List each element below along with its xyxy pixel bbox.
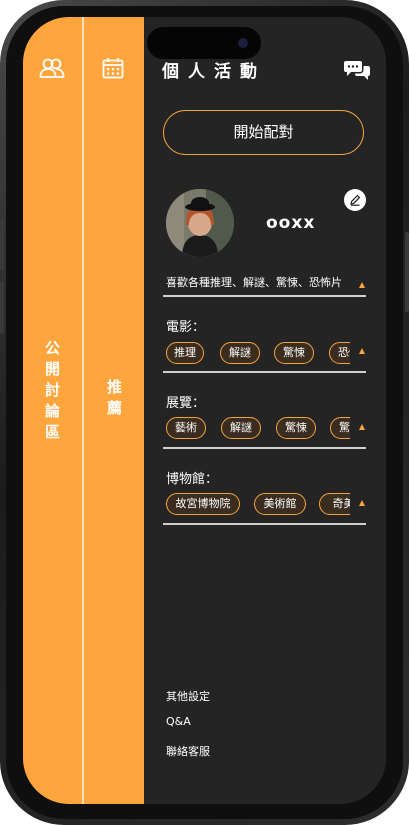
tag[interactable]: 解謎 xyxy=(221,417,261,439)
tag[interactable]: 解謎 xyxy=(220,342,260,364)
page-title: 個人活動 xyxy=(162,62,266,82)
section-underline xyxy=(163,447,366,449)
expand-bio-icon[interactable] xyxy=(359,282,365,288)
tag[interactable]: 推理 xyxy=(166,342,204,364)
tag[interactable]: 奇美博物館 xyxy=(319,493,350,515)
avatar[interactable] xyxy=(166,189,234,257)
chat-bubbles-icon[interactable] xyxy=(343,58,371,82)
scroll-tags-icon[interactable] xyxy=(359,424,365,430)
other-settings-link[interactable]: 其他設定 xyxy=(166,688,210,704)
tag-row-museums[interactable]: 故宮博物院 美術館 奇美博物館 xyxy=(166,493,350,517)
section-underline xyxy=(163,523,366,525)
tag[interactable]: 驚悚 xyxy=(276,417,316,439)
tag[interactable]: 故宮博物院 xyxy=(166,493,240,515)
volume-down-button xyxy=(0,282,4,334)
edit-profile-button[interactable] xyxy=(344,189,366,211)
tag[interactable]: 驚悚 xyxy=(330,417,350,439)
section-label-movies: 電影： xyxy=(166,320,206,335)
phone-frame: 公開討論區 推薦 個人活動 開始配對 ooxx 喜歡各種推理、解謎、驚悚、恐怖片… xyxy=(0,0,409,825)
power-button xyxy=(405,232,409,312)
users-icon[interactable] xyxy=(39,57,65,79)
edit-pencil-icon xyxy=(350,194,361,206)
tag[interactable]: 驚悚 xyxy=(274,342,314,364)
contact-support-link[interactable]: 聯絡客服 xyxy=(166,743,210,759)
app-screen: 公開討論區 推薦 個人活動 開始配對 ooxx 喜歡各種推理、解謎、驚悚、恐怖片… xyxy=(23,17,386,804)
bio-text: 喜歡各種推理、解謎、驚悚、恐怖片 xyxy=(166,276,342,289)
section-underline xyxy=(163,371,366,373)
mute-switch xyxy=(0,164,4,192)
camera-lens xyxy=(238,38,248,48)
section-label-exhibitions: 展覽： xyxy=(166,396,206,411)
tag[interactable]: 藝術 xyxy=(166,417,206,439)
forum-label[interactable]: 公開討論區 xyxy=(42,340,63,445)
scroll-tags-icon[interactable] xyxy=(359,500,365,506)
bio-underline xyxy=(163,295,366,297)
start-matching-button[interactable]: 開始配對 xyxy=(163,110,364,155)
volume-up-button xyxy=(0,218,4,270)
avatar-photo xyxy=(166,189,234,257)
tag[interactable]: 美術館 xyxy=(254,493,306,515)
tag-row-movies[interactable]: 推理 解謎 驚悚 恐怖 xyxy=(166,342,350,366)
qa-link[interactable]: Q&A xyxy=(166,715,191,728)
recommend-label[interactable]: 推薦 xyxy=(104,379,125,421)
username: ooxx xyxy=(266,213,316,233)
tag[interactable]: 恐怖 xyxy=(329,342,350,364)
section-label-museums: 博物館： xyxy=(166,472,219,487)
scroll-tags-icon[interactable] xyxy=(359,348,365,354)
calendar-icon[interactable] xyxy=(102,57,124,79)
tag-row-exhibitions[interactable]: 藝術 解謎 驚悚 驚悚 xyxy=(166,417,350,441)
